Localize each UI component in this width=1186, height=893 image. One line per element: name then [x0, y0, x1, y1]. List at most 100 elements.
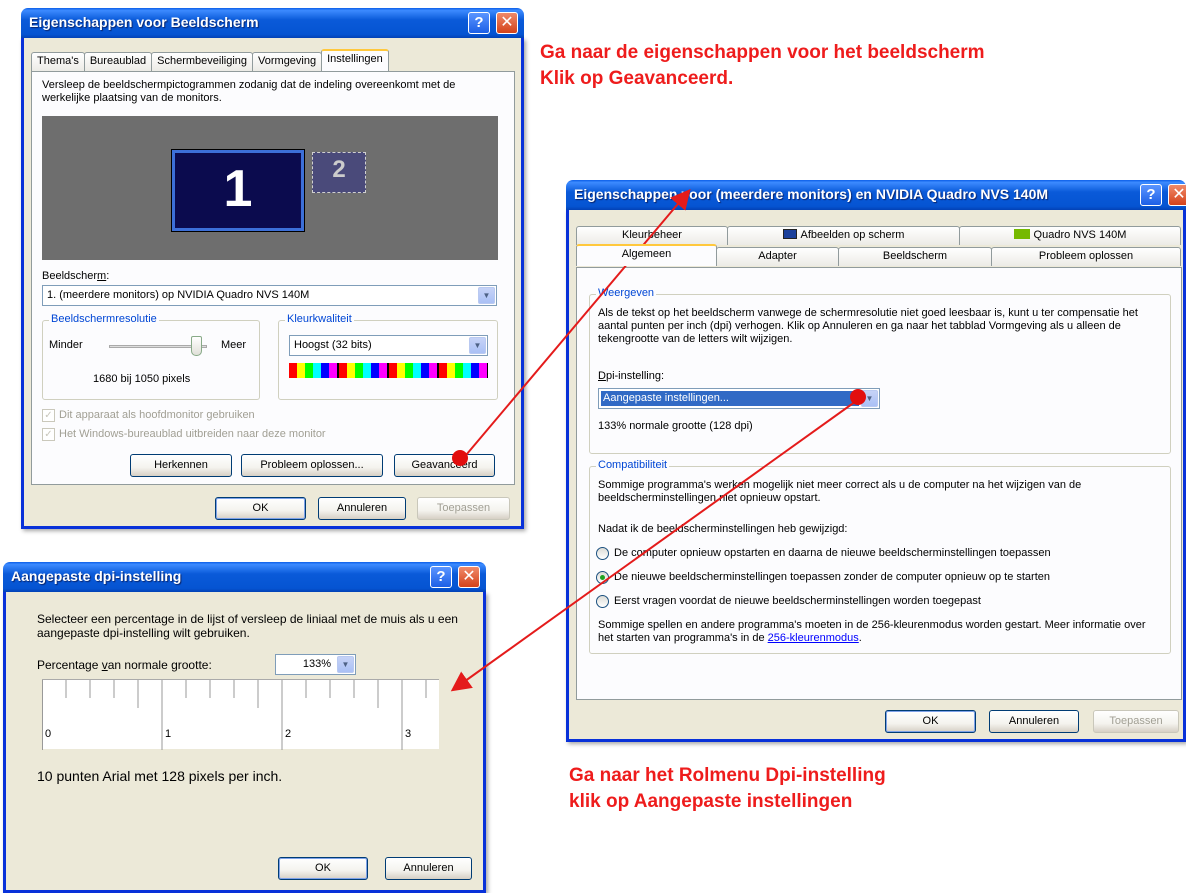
ruler-label-2: 2 — [285, 728, 292, 740]
monitor-arrangement-area[interactable]: 1 2 — [42, 116, 498, 260]
tab-appearance[interactable]: Vormgeving — [252, 52, 323, 71]
extend-desktop-label: Het Windows-bureaublad uitbreiden naar d… — [59, 428, 326, 440]
ok-button[interactable]: OK — [215, 497, 306, 520]
ruler-label-0: 0 — [45, 728, 52, 740]
tab-screensaver[interactable]: Schermbeveiliging — [151, 52, 254, 71]
monitor-1[interactable]: 1 — [171, 149, 305, 232]
compatibility-group-label: Compatibiliteit — [596, 459, 670, 471]
dpi-label: Dpi-instelling: — [598, 370, 665, 382]
chevron-down-icon[interactable]: ▼ — [337, 656, 354, 673]
display-group-label: Weergeven — [596, 287, 657, 299]
tab-themes[interactable]: Thema's — [31, 52, 85, 71]
compatibility-text: Sommige programma's werken mogelijk niet… — [598, 479, 1082, 504]
advanced-properties-window: Eigenschappen voor (meerdere monitors) e… — [566, 180, 1186, 742]
ask-first-radio[interactable] — [596, 595, 609, 608]
ok-button[interactable]: OK — [278, 857, 368, 880]
monitor-2-number: 2 — [332, 156, 346, 183]
close-button[interactable]: ✕ — [458, 566, 480, 588]
apply-button[interactable]: Toepassen — [417, 497, 510, 520]
ruler-label-3: 3 — [405, 728, 412, 740]
tab-show-on-screen[interactable]: Afbeelden op scherm — [727, 226, 960, 245]
percent-label: Percentage van normale grootte: — [37, 658, 212, 672]
display-group: Weergeven Als de tekst op het beeldscher… — [589, 287, 1171, 454]
resolution-less-label: Minder — [49, 339, 83, 351]
tab-quadro[interactable]: Quadro NVS 140M — [959, 226, 1181, 245]
custom-dpi-titlebar[interactable]: Aangepaste dpi-instelling ? ✕ — [3, 562, 486, 592]
help-button[interactable]: ? — [1140, 184, 1162, 206]
apply-button[interactable]: Toepassen — [1093, 710, 1179, 733]
custom-dpi-window: Aangepaste dpi-instelling ? ✕ Selecteer … — [3, 562, 486, 893]
general-panel: Weergeven Als de tekst op het beeldscher… — [576, 267, 1182, 700]
chevron-down-icon[interactable]: ▼ — [478, 287, 495, 304]
troubleshoot-button[interactable]: Probleem oplossen... — [241, 454, 383, 477]
help-button[interactable]: ? — [468, 12, 490, 34]
apply-now-radio[interactable] — [596, 571, 609, 584]
percent-select[interactable]: 133% ▼ — [275, 654, 356, 675]
cancel-button[interactable]: Annuleren — [989, 710, 1079, 733]
color-quality-label: Kleurkwaliteit — [285, 313, 354, 325]
tab-desktop[interactable]: Bureaublad — [83, 52, 153, 71]
monitor-1-number: 1 — [223, 160, 253, 218]
color-spectrum-bar — [289, 363, 488, 378]
tab-color-management[interactable]: Kleurbeheer — [576, 226, 728, 245]
click-marker-dpi — [850, 389, 866, 405]
tab-show-on-screen-label: Afbeelden op scherm — [800, 229, 905, 241]
extend-desktop-checkbox[interactable]: ✓ — [42, 428, 55, 441]
identify-button[interactable]: Herkennen — [130, 454, 232, 477]
tab-settings[interactable]: Instellingen — [321, 49, 389, 71]
window-title: Eigenschappen voor Beeldscherm — [29, 14, 259, 30]
dpi-select-value: Aangepaste instellingen... — [601, 391, 859, 406]
ok-button[interactable]: OK — [885, 710, 976, 733]
games-link[interactable]: 256-kleurenmodus — [768, 632, 859, 644]
cancel-button[interactable]: Annuleren — [385, 857, 472, 880]
ruler-ticks — [42, 680, 427, 750]
display-select[interactable]: 1. (meerdere monitors) op NVIDIA Quadro … — [42, 285, 497, 306]
instructions-text: Versleep de beeldschermpictogrammen zoda… — [42, 79, 456, 104]
settings-panel: Versleep de beeldschermpictogrammen zoda… — [31, 71, 515, 485]
resolution-more-label: Meer — [221, 339, 247, 351]
close-button[interactable]: ✕ — [496, 12, 518, 34]
sample-text: 10 punten Arial met 128 pixels per inch. — [37, 768, 283, 784]
resolution-group-label: Beeldschermresolutie — [49, 313, 159, 325]
tab-general[interactable]: Algemeen — [576, 244, 717, 266]
display-properties-titlebar[interactable]: Eigenschappen voor Beeldscherm ? ✕ — [21, 8, 524, 38]
dpi-ruler[interactable]: 0 1 2 3 — [42, 679, 439, 750]
dpi-note: 133% normale grootte (128 dpi) — [598, 420, 753, 432]
dpi-explanation: Als de tekst op het beeldscherm vanwege … — [598, 307, 1138, 345]
chevron-down-icon[interactable]: ▼ — [469, 337, 486, 354]
advanced-button[interactable]: Geavanceerd — [394, 454, 495, 477]
annotation-top-line1: Ga naar de eigenschappen voor het beelds… — [540, 42, 985, 63]
color-quality-select[interactable]: Hoogst (32 bits) ▼ — [289, 335, 488, 356]
resolution-group: Beeldschermresolutie Minder Meer 1680 bi… — [42, 313, 260, 400]
advanced-properties-titlebar[interactable]: Eigenschappen voor (meerdere monitors) e… — [566, 180, 1186, 210]
tab-monitor[interactable]: Beeldscherm — [838, 247, 992, 266]
percent-value: 133% — [302, 658, 331, 670]
tab-strip: Thema's Bureaublad Schermbeveiliging Vor… — [31, 49, 389, 71]
annotation-top-line2: Klik op Geavanceerd. — [540, 68, 734, 89]
after-change-label: Nadat ik de beeldscherminstellingen heb … — [598, 523, 848, 535]
ruler-label-1: 1 — [165, 728, 172, 740]
primary-monitor-checkbox[interactable]: ✓ — [42, 409, 55, 422]
annotation-bottom-line2: klik op Aangepaste instellingen — [569, 791, 853, 812]
apply-now-radio-label: De nieuwe beeldscherminstellingen toepas… — [614, 571, 1050, 583]
games-text: Sommige spellen en andere programma's mo… — [598, 619, 1158, 645]
display-select-value: 1. (meerdere monitors) op NVIDIA Quadro … — [47, 289, 310, 301]
help-button[interactable]: ? — [430, 566, 452, 588]
games-text-body: Sommige spellen en andere programma's mo… — [598, 619, 1146, 644]
tab-troubleshoot[interactable]: Probleem oplossen — [991, 247, 1181, 266]
display-properties-window: Eigenschappen voor Beeldscherm ? ✕ Thema… — [21, 8, 524, 529]
tab-strip-row2: Algemeen Adapter Beeldscherm Probleem op… — [576, 244, 1181, 266]
monitor-2[interactable]: 2 — [312, 152, 366, 193]
restart-radio-label: De computer opnieuw opstarten en daarna … — [614, 547, 1051, 559]
close-button[interactable]: ✕ — [1168, 184, 1186, 206]
compatibility-group: Compatibiliteit Sommige programma's werk… — [589, 459, 1171, 654]
ask-first-radio-label: Eerst vragen voordat de nieuwe beeldsche… — [614, 595, 981, 607]
resolution-slider-thumb[interactable] — [191, 336, 202, 356]
cancel-button[interactable]: Annuleren — [318, 497, 406, 520]
restart-radio[interactable] — [596, 547, 609, 560]
dpi-select[interactable]: Aangepaste instellingen... ▼ — [598, 388, 880, 409]
primary-monitor-label: Dit apparaat als hoofdmonitor gebruiken — [59, 409, 255, 421]
click-marker-advanced — [452, 450, 468, 466]
window-title: Aangepaste dpi-instelling — [11, 568, 182, 584]
tab-adapter[interactable]: Adapter — [716, 247, 839, 266]
